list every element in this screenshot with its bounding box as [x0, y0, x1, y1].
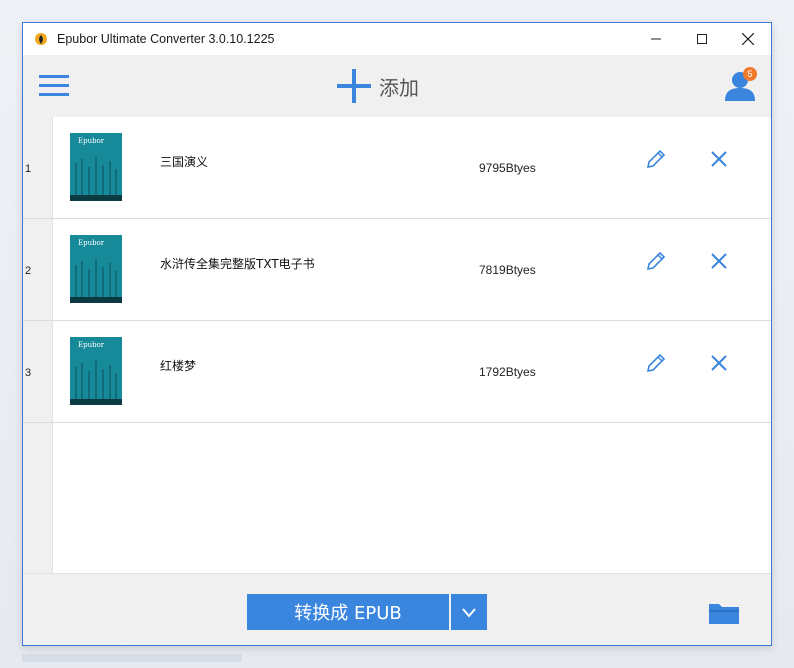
chevron-down-icon [462, 608, 476, 618]
book-list: 1 Epubor 三国演义 9795Btyes 2 Epubor 水浒传全集完整… [23, 117, 771, 573]
minimize-button[interactable] [633, 23, 679, 55]
close-x-icon [711, 253, 727, 269]
row-index: 3 [25, 367, 32, 379]
plus-icon [337, 69, 371, 103]
maximize-icon [697, 34, 707, 44]
edit-button[interactable] [644, 249, 668, 273]
book-row[interactable]: 1 Epubor 三国演义 9795Btyes [23, 117, 771, 219]
row-index: 2 [25, 265, 32, 277]
window-title: Epubor Ultimate Converter 3.0.10.1225 [57, 32, 275, 46]
close-x-icon [711, 355, 727, 371]
book-cover: Epubor [70, 133, 122, 201]
book-size: 9795Btyes [479, 161, 536, 175]
format-dropdown-button[interactable] [451, 594, 487, 630]
open-folder-button[interactable] [707, 598, 741, 626]
edit-button[interactable] [644, 147, 668, 171]
book-row[interactable]: 2 Epubor 水浒传全集完整版TXT电子书 7819Btyes [23, 219, 771, 321]
pencil-icon [646, 251, 666, 271]
hamburger-menu-icon [39, 75, 69, 96]
book-name: 三国演义 [160, 155, 209, 169]
maximize-button[interactable] [679, 23, 725, 55]
book-name: 红楼梦 [160, 359, 197, 373]
row-index: 1 [25, 163, 32, 175]
cover-logo-text: Epubor [78, 137, 105, 145]
close-icon [742, 33, 754, 45]
add-label: 添加 [379, 75, 419, 100]
book-row[interactable]: 3 Epubor 红楼梦 1792Btyes [23, 321, 771, 423]
edit-button[interactable] [644, 351, 668, 375]
book-size: 1792Btyes [479, 365, 536, 379]
window-controls [633, 23, 771, 55]
toolbar: 添加 5 [23, 55, 771, 117]
cover-logo-text: Epubor [78, 239, 105, 247]
remove-button[interactable] [709, 149, 729, 169]
cover-logo-text: Epubor [78, 341, 105, 349]
remove-button[interactable] [709, 353, 729, 373]
book-cover: Epubor [70, 235, 122, 303]
app-logo-icon [35, 33, 47, 45]
app-window: Epubor Ultimate Converter 3.0.10.1225 添加… [22, 22, 772, 646]
add-button[interactable]: 添加 [335, 67, 419, 105]
close-button[interactable] [725, 23, 771, 55]
bottom-bar: 转换成 EPUB [23, 573, 771, 645]
menu-button[interactable] [37, 71, 71, 101]
book-cover: Epubor [70, 337, 122, 405]
remove-button[interactable] [709, 251, 729, 271]
user-account-button[interactable]: 5 [721, 65, 761, 105]
pencil-icon [646, 353, 666, 373]
book-name: 水浒传全集完整版TXT电子书 [160, 257, 315, 271]
notification-badge: 5 [743, 67, 757, 81]
close-x-icon [711, 151, 727, 167]
convert-button[interactable]: 转换成 EPUB [247, 594, 449, 630]
background-strip [22, 654, 242, 662]
pencil-icon [646, 149, 666, 169]
minimize-icon [651, 38, 661, 40]
folder-icon [709, 604, 739, 624]
title-bar: Epubor Ultimate Converter 3.0.10.1225 [23, 23, 771, 55]
book-size: 7819Btyes [479, 263, 536, 277]
